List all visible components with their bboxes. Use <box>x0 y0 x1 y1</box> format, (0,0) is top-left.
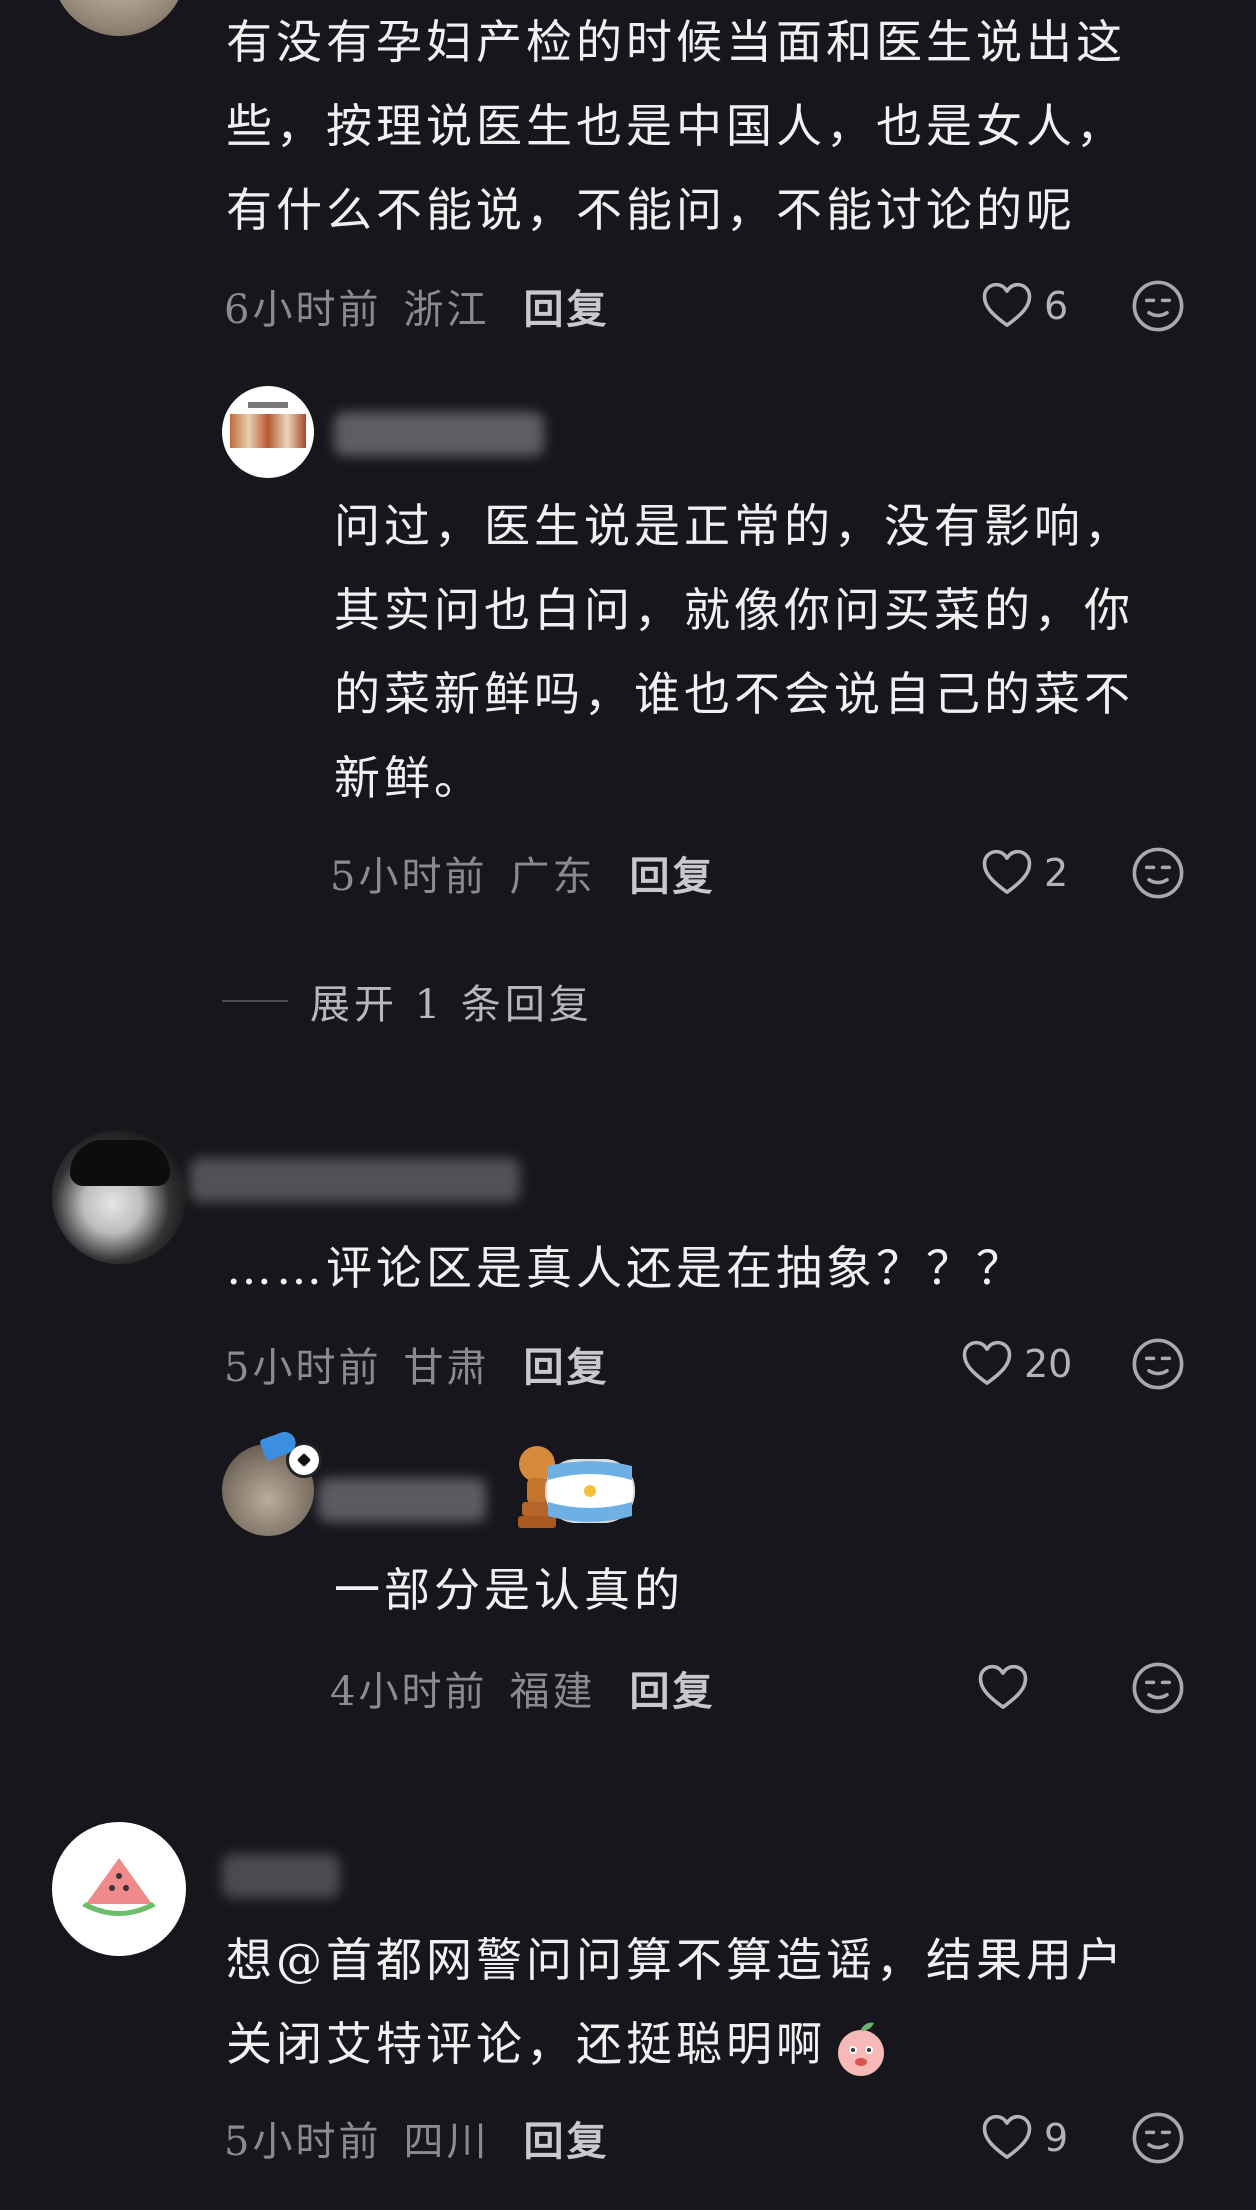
neutral-face-icon[interactable] <box>1131 279 1185 333</box>
comment-text: 想@首都网警问问算不算造谣，结果用户 关闭艾特评论，还挺聪明啊 <box>226 1918 1236 2086</box>
comment-time: 5小时前 <box>224 1345 382 1391</box>
comment-meta: 6小时前 浙江 回复 <box>224 278 609 334</box>
reply-meta: 5小时前 广东 回复 <box>330 845 715 901</box>
username-blurred <box>318 1478 486 1522</box>
divider-line <box>222 1000 288 1002</box>
reply-time: 5小时前 <box>330 854 488 900</box>
username-blurred <box>222 1854 340 1898</box>
heart-outline-icon <box>980 279 1034 333</box>
like-count: 6 <box>1044 284 1069 328</box>
heart-outline-icon <box>980 2111 1034 2165</box>
comment-time: 6小时前 <box>224 287 382 333</box>
neutral-face-icon[interactable] <box>1131 1661 1185 1715</box>
avatar[interactable] <box>52 1822 186 1956</box>
avatar[interactable] <box>52 0 186 36</box>
reply-text: 问过，医生说是正常的，没有影响， 其实问也白问，就像你问买菜的，你 的菜新鲜吗，… <box>334 499 1134 805</box>
username-blurred <box>334 412 544 456</box>
comment-meta: 5小时前 四川 回复 <box>224 2110 609 2166</box>
comment-text: 有没有孕妇产检的时候当面和医生说出这 些，按理说医生也是中国人，也是女人， 有什… <box>226 15 1126 237</box>
like-count: 9 <box>1044 2116 1069 2160</box>
heart-outline-icon <box>960 1337 1014 1391</box>
avatar[interactable] <box>52 1130 186 1264</box>
like-button[interactable]: 20 <box>960 1336 1072 1392</box>
heart-outline-icon <box>976 1661 1030 1715</box>
expand-replies-label: 展开 1 条回复 <box>310 982 593 1028</box>
neutral-face-icon[interactable] <box>1131 1337 1185 1391</box>
heart-outline-icon <box>980 846 1034 900</box>
reply-time: 4小时前 <box>330 1669 488 1715</box>
comment-meta: 5小时前 甘肃 回复 <box>224 1336 609 1392</box>
neutral-face-icon[interactable] <box>1131 846 1185 900</box>
like-button[interactable] <box>976 1660 1040 1716</box>
comment-time: 5小时前 <box>224 2119 382 2165</box>
reply-location: 福建 <box>509 1669 596 1715</box>
reply-button[interactable]: 回复 <box>629 844 715 902</box>
reply-button[interactable]: 回复 <box>523 1335 609 1393</box>
reply-location: 广东 <box>509 854 596 900</box>
argentina-flag-icon <box>545 1459 635 1523</box>
reply-button[interactable]: 回复 <box>523 2109 609 2167</box>
reply-button[interactable]: 回复 <box>523 277 609 335</box>
reply-meta: 4小时前 福建 回复 <box>330 1660 715 1716</box>
neutral-face-icon[interactable] <box>1131 2111 1185 2165</box>
comment-text: ……评论区是真人还是在抽象？？？ <box>226 1241 1026 1295</box>
comment-location: 四川 <box>403 2119 490 2165</box>
like-button[interactable]: 9 <box>980 2110 1068 2166</box>
avatar[interactable] <box>222 386 314 478</box>
like-button[interactable]: 2 <box>980 845 1068 901</box>
comment-location: 浙江 <box>403 287 490 333</box>
like-button[interactable]: 6 <box>980 278 1068 334</box>
watermelon-icon <box>82 1858 156 1916</box>
reply-text: 一部分是认真的 <box>334 1563 684 1617</box>
peach-emoji-icon <box>838 2022 884 2076</box>
expand-replies-button[interactable]: 展开 1 条回复 <box>222 972 593 1030</box>
like-count: 20 <box>1024 1342 1073 1386</box>
comment-text-content: 想@首都网警问问算不算造谣，结果用户 关闭艾特评论，还挺聪明啊 <box>226 1933 1126 2071</box>
comment-location: 甘肃 <box>403 1345 490 1391</box>
username-blurred <box>190 1158 520 1202</box>
like-count: 2 <box>1044 851 1069 895</box>
reply-button[interactable]: 回复 <box>629 1659 715 1717</box>
